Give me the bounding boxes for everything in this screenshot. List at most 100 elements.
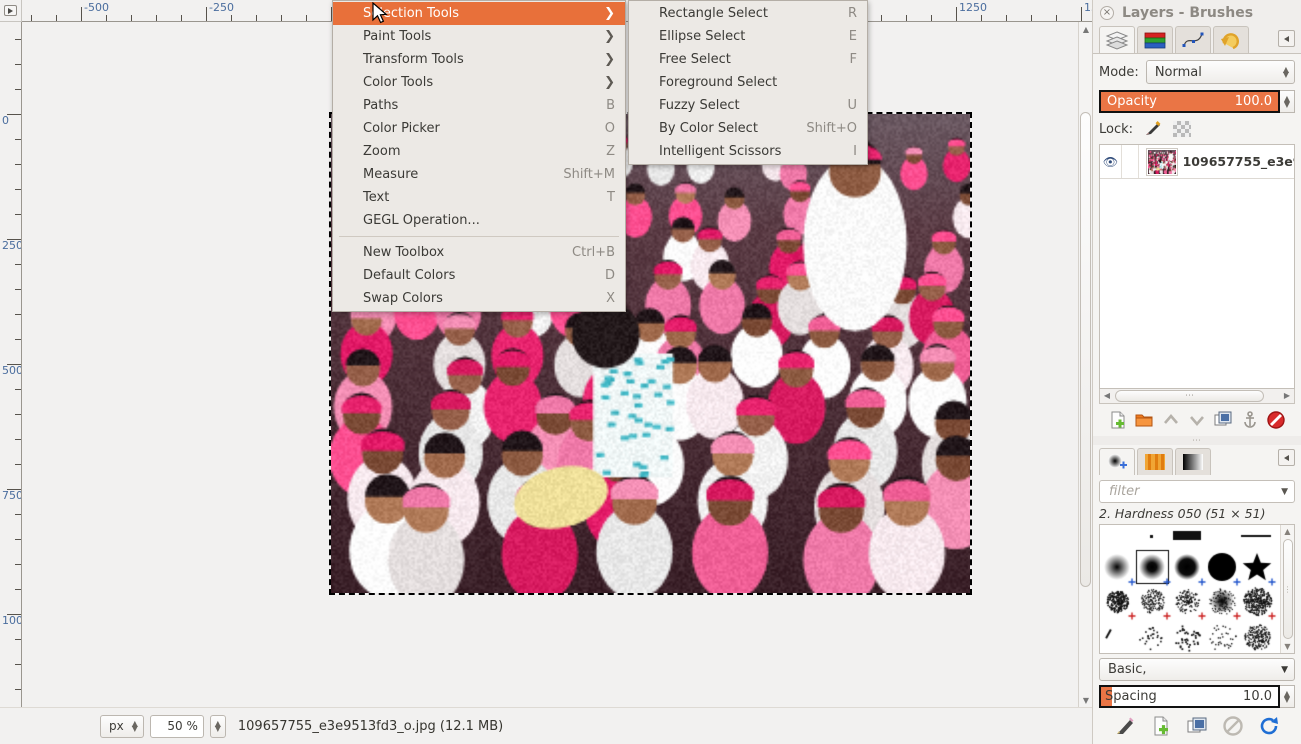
menu-item-text[interactable]: Text T [333, 186, 625, 209]
brush-filter-input[interactable]: filter ▼ [1099, 480, 1295, 503]
spacing-value: 10.0 [1243, 689, 1272, 704]
ruler-tick [1006, 15, 1007, 21]
new-layer-button[interactable] [1108, 410, 1128, 430]
table-row[interactable]: 👁 109657755_e3e95 [1100, 145, 1294, 179]
anchor-layer-button[interactable] [1240, 410, 1260, 430]
menu-item-intelligent-scissors[interactable]: Intelligent Scissors I [629, 140, 867, 163]
close-icon[interactable]: × [1100, 6, 1114, 20]
brush-tag-select[interactable]: Basic, ▼ [1099, 658, 1295, 681]
layers-scroll-right-arrow[interactable]: ▶ [1280, 389, 1294, 402]
ruler-label: 750 [2, 491, 11, 501]
ruler-origin-button[interactable] [0, 0, 22, 22]
menu-item-default-colors[interactable]: Default Colors D [333, 264, 625, 287]
menu-item-label: Rectangle Select [659, 6, 768, 21]
zoom-input[interactable]: 50 % [150, 715, 204, 738]
new-brush-button[interactable] [1150, 715, 1172, 737]
lock-pixels-brush-icon[interactable] [1143, 120, 1163, 138]
dock-separator-grip[interactable]: ⋯ [1093, 436, 1301, 445]
new-layer-group-button[interactable] [1134, 410, 1154, 430]
raise-layer-button[interactable] [1161, 410, 1181, 430]
delete-layer-button[interactable] [1266, 410, 1286, 430]
pattern-icon [1142, 452, 1168, 472]
brush-icon [1104, 452, 1130, 472]
brush-grid-canvas-wrap[interactable] [1100, 525, 1280, 653]
menu-item-new-toolbox[interactable]: New Toolbox Ctrl+B [333, 241, 625, 264]
spacing-stepper[interactable]: ▲ ▼ [1280, 685, 1295, 708]
chevron-down-icon[interactable]: ▼ [1281, 487, 1288, 497]
layers-scroll-left-arrow[interactable]: ◀ [1100, 389, 1114, 402]
tab-undo-history[interactable] [1213, 26, 1249, 53]
menu-item-label: Paint Tools [363, 29, 431, 44]
lock-alpha-icon[interactable] [1173, 121, 1191, 137]
ruler-tick [15, 214, 21, 215]
ruler-tick [56, 15, 57, 21]
opacity-slider[interactable]: Opacity 100.0 [1099, 90, 1280, 113]
menu-item-label: Paths [363, 98, 398, 113]
lower-layer-button[interactable] [1187, 410, 1207, 430]
brush-grid[interactable]: ▲ ⋮ ▼ [1099, 524, 1295, 654]
spacing-slider[interactable]: Spacing 10.0 [1099, 685, 1280, 708]
menu-item-foreground-select[interactable]: Foreground Select [629, 71, 867, 94]
menu-item-accelerator: F [832, 52, 857, 67]
brushes-menu-button[interactable] [1278, 449, 1295, 466]
canvas-vertical-scrollbar[interactable]: ▲ ▼ [1078, 22, 1092, 707]
brush-scroll-thumb[interactable]: ⋮ [1283, 539, 1293, 639]
menu-item-color-tools[interactable]: Color Tools ❯ [333, 71, 625, 94]
layers-list[interactable]: 👁 109657755_e3e95 [1099, 144, 1295, 389]
scroll-up-arrow[interactable]: ▲ [1079, 22, 1093, 36]
opacity-stepper[interactable]: ▲ ▼ [1280, 90, 1295, 113]
menu-item-by-color-select[interactable]: By Color Select Shift+O [629, 117, 867, 140]
menu-item-free-select[interactable]: Free Select F [629, 48, 867, 71]
ruler-tick [15, 164, 21, 165]
menu-item-measure[interactable]: Measure Shift+M [333, 163, 625, 186]
menu-item-rectangle-select[interactable]: Rectangle Select R [629, 2, 867, 25]
zoom-stepper[interactable]: ▲ ▼ [210, 715, 226, 738]
scroll-down-arrow[interactable]: ▼ [1079, 693, 1093, 707]
layer-lock-row: Lock: [1099, 120, 1295, 138]
unit-selector[interactable]: px ▲ ▼ [100, 715, 144, 738]
menu-item-gegl-operation[interactable]: GEGL Operation... [333, 209, 625, 232]
duplicate-brush-button[interactable] [1186, 715, 1208, 737]
brush-grid-scrollbar[interactable]: ▲ ⋮ ▼ [1280, 525, 1294, 653]
tab-layers[interactable] [1099, 26, 1135, 53]
layer-mode-select[interactable]: Normal ▲ ▼ [1146, 60, 1295, 84]
brush-scroll-down-arrow[interactable]: ▼ [1284, 642, 1290, 651]
brushes-panel: filter ▼ 2. Hardness 050 (51 × 51) ▲ ⋮ ▼… [1093, 445, 1301, 744]
selection-tools-submenu[interactable]: Rectangle Select R Ellipse Select E Free Sel… [628, 0, 868, 165]
dock-menu-button[interactable] [1278, 30, 1295, 47]
menu-item-fuzzy-select[interactable]: Fuzzy Select U [629, 94, 867, 117]
tab-brushes[interactable] [1099, 448, 1135, 475]
layers-horizontal-scrollbar[interactable]: ◀ ⋯ ▶ [1099, 389, 1295, 404]
ruler-tick [31, 15, 32, 21]
layer-link-cell[interactable] [1121, 145, 1139, 178]
delete-brush-button[interactable] [1222, 715, 1244, 737]
chevron-down-icon-2[interactable]: ▼ [1281, 665, 1288, 675]
tab-gradients[interactable] [1175, 448, 1211, 475]
duplicate-layer-button[interactable] [1213, 410, 1233, 430]
menu-item-accelerator: O [587, 121, 615, 136]
layer-visibility-icon[interactable]: 👁 [1100, 155, 1121, 169]
chevron-right-icon: ❯ [586, 75, 615, 90]
edit-brush-button[interactable] [1114, 715, 1136, 737]
menu-item-color-picker[interactable]: Color Picker O [333, 117, 625, 140]
brush-scroll-up-arrow[interactable]: ▲ [1284, 527, 1290, 536]
menu-item-ellipse-select[interactable]: Ellipse Select E [629, 25, 867, 48]
menu-item-zoom[interactable]: Zoom Z [333, 140, 625, 163]
menu-item-selection-tools[interactable]: Selection Tools ❯ [333, 2, 625, 25]
menu-item-paths[interactable]: Paths B [333, 94, 625, 117]
tab-patterns[interactable] [1137, 448, 1173, 475]
menu-item-swap-colors[interactable]: Swap Colors X [333, 287, 625, 310]
menu-item-accelerator: I [835, 144, 857, 159]
vertical-ruler[interactable]: -250025050075010001250 [0, 22, 22, 744]
layer-mode-value: Normal [1155, 65, 1202, 80]
vertical-scroll-thumb[interactable] [1080, 112, 1091, 587]
refresh-brushes-button[interactable] [1258, 715, 1280, 737]
tab-paths[interactable] [1175, 26, 1211, 53]
layers-scroll-thumb[interactable]: ⋯ [1115, 390, 1264, 402]
menu-item-transform-tools[interactable]: Transform Tools ❯ [333, 48, 625, 71]
menu-item-paint-tools[interactable]: Paint Tools ❯ [333, 25, 625, 48]
unit-spin-icon: ▲ ▼ [132, 721, 138, 731]
tools-menu[interactable]: Selection Tools ❯ Paint Tools ❯ Transform To… [332, 0, 626, 312]
tab-channels[interactable] [1137, 26, 1173, 53]
ruler-tick [15, 39, 21, 40]
